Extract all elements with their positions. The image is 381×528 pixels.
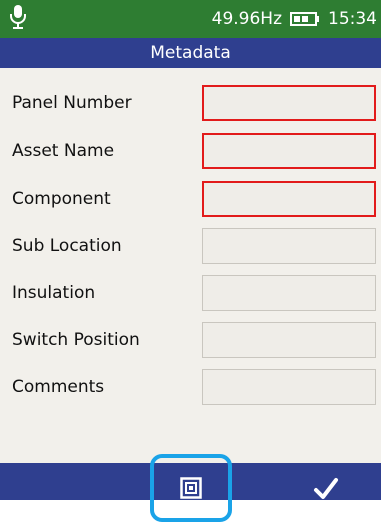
panel-number-label: Panel Number: [12, 93, 132, 113]
sub-location-field[interactable]: [202, 228, 376, 264]
comments-field[interactable]: [202, 369, 376, 405]
device-screen: 49.96Hz 15:34 Metadata Panel Number Asse…: [0, 0, 381, 500]
status-readouts: 49.96Hz 15:34: [212, 0, 377, 38]
row-component: Component: [0, 176, 381, 222]
insulation-field[interactable]: [202, 275, 376, 311]
row-asset-name: Asset Name: [0, 128, 381, 174]
panel-number-field[interactable]: [202, 85, 376, 121]
asset-name-field[interactable]: [202, 133, 376, 169]
confirm-button[interactable]: [300, 468, 352, 500]
page-title: Metadata: [0, 38, 381, 68]
insulation-label: Insulation: [12, 283, 96, 303]
nfc-scan-button[interactable]: [150, 454, 232, 522]
component-field[interactable]: [202, 181, 376, 217]
frequency-readout: 49.96Hz: [211, 9, 282, 29]
row-switch-position: Switch Position: [0, 317, 381, 363]
switch-position-field[interactable]: [202, 322, 376, 358]
status-bar: 49.96Hz 15:34: [0, 0, 381, 38]
row-comments: Comments: [0, 364, 381, 410]
comments-label: Comments: [12, 377, 105, 397]
row-sub-location: Sub Location: [0, 223, 381, 269]
sub-location-label: Sub Location: [12, 236, 122, 256]
switch-position-label: Switch Position: [12, 330, 140, 350]
checkmark-icon: [314, 478, 338, 499]
nfc-icon: [180, 477, 202, 499]
component-label: Component: [12, 189, 111, 209]
battery-icon: [290, 12, 319, 26]
asset-name-label: Asset Name: [12, 141, 115, 161]
microphone-icon: [10, 5, 26, 29]
clock-readout: 15:34: [328, 9, 377, 29]
row-panel-number: Panel Number: [0, 80, 381, 126]
row-insulation: Insulation: [0, 270, 381, 316]
